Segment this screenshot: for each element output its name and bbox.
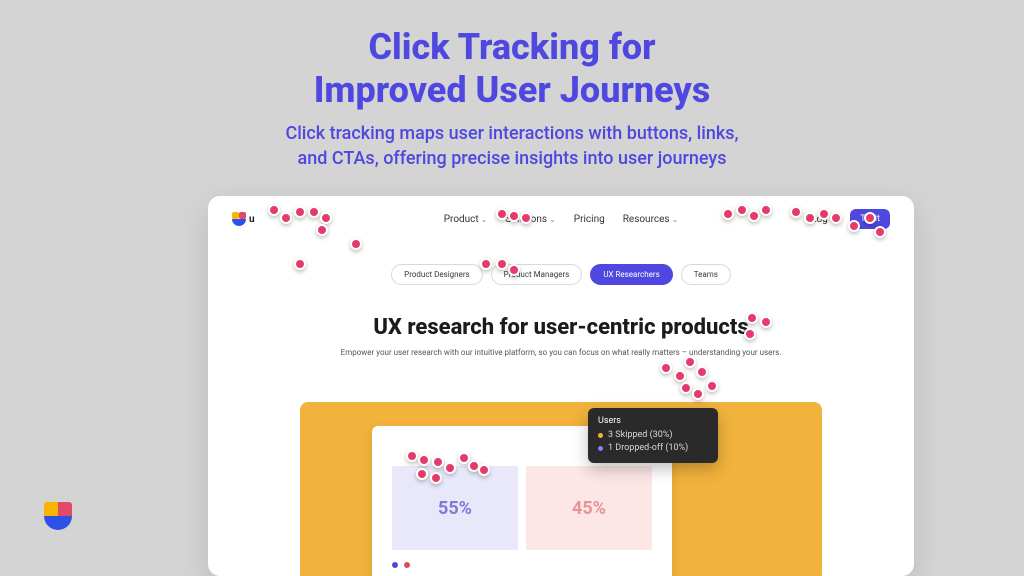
legend-dot-2 [404, 562, 410, 568]
chevron-down-icon: ⌄ [549, 215, 556, 224]
hero-title-line1: Click Tracking for [0, 26, 1024, 69]
chevron-down-icon: ⌄ [481, 215, 488, 224]
click-heatmap-dot [294, 258, 306, 270]
nav-link[interactable]: Pricing [574, 214, 605, 225]
click-heatmap-dot [680, 382, 692, 394]
tooltip-row: 3 Skipped (30%) [598, 430, 708, 440]
click-heatmap-dot [496, 258, 508, 270]
click-heatmap-dot [268, 204, 280, 216]
click-heatmap-dot [818, 208, 830, 220]
click-heatmap-dot [320, 212, 332, 224]
chevron-down-icon: ⌄ [672, 215, 679, 224]
click-heatmap-dot [406, 450, 418, 462]
role-pill[interactable]: UX Researchers [590, 264, 672, 285]
click-heatmap-dot [480, 258, 492, 270]
click-heatmap-dot [660, 362, 672, 374]
click-heatmap-dot [736, 204, 748, 216]
logo[interactable]: u [232, 212, 255, 226]
click-heatmap-dot [760, 204, 772, 216]
nav-link[interactable]: Resources⌄ [623, 214, 679, 225]
logo-icon [232, 212, 246, 226]
inner-hero: UX research for user-centric products Em… [208, 315, 914, 357]
click-heatmap-dot [478, 464, 490, 476]
click-heatmap-dot [350, 238, 362, 250]
click-heatmap-dot [874, 226, 886, 238]
click-heatmap-dot [706, 380, 718, 392]
click-heatmap-dot [748, 210, 760, 222]
chart-bar-1: 55% [392, 466, 518, 550]
tooltip-row-label: 1 Dropped-off (10%) [608, 443, 688, 453]
role-pills: Product DesignersProduct ManagersUX Rese… [208, 264, 914, 285]
click-heatmap-dot [416, 468, 428, 480]
click-heatmap-dot [760, 316, 772, 328]
click-heatmap-dot [496, 208, 508, 220]
tooltip-dot-icon [598, 446, 603, 451]
click-heatmap-dot [684, 356, 696, 368]
legend-dot-1 [392, 562, 398, 568]
role-pill[interactable]: Teams [681, 264, 731, 285]
click-heatmap-dot [294, 206, 306, 218]
click-heatmap-dot [696, 366, 708, 378]
heatmap-window: u Product⌄Solutions⌄PricingResources⌄ Lo… [208, 196, 914, 576]
logo-text: u [249, 214, 255, 225]
click-heatmap-dot [790, 206, 802, 218]
hero-title: Click Tracking for Improved User Journey… [0, 0, 1024, 112]
click-heatmap-dot [864, 212, 876, 224]
nav-links: Product⌄Solutions⌄PricingResources⌄ [444, 214, 679, 225]
hero-sub-line2: and CTAs, offering precise insights into… [0, 147, 1024, 171]
click-heatmap-dot [674, 370, 686, 382]
role-pill[interactable]: Product Designers [391, 264, 483, 285]
brand-logo-icon [44, 502, 72, 530]
click-heatmap-dot [692, 388, 704, 400]
click-heatmap-dot [508, 210, 520, 222]
click-heatmap-dot [722, 208, 734, 220]
click-heatmap-dot [308, 206, 320, 218]
click-heatmap-dot [520, 212, 532, 224]
tooltip-dot-icon [598, 433, 603, 438]
click-heatmap-dot [444, 462, 456, 474]
hero-sub-line1: Click tracking maps user interactions wi… [0, 122, 1024, 146]
tooltip-row: 1 Dropped-off (10%) [598, 443, 708, 453]
click-heatmap-dot [432, 456, 444, 468]
inner-title: UX research for user-centric products [208, 315, 914, 340]
click-heatmap-dot [316, 224, 328, 236]
click-heatmap-dot [418, 454, 430, 466]
click-heatmap-dot [848, 220, 860, 232]
heatmap-tooltip: Users 3 Skipped (30%) 1 Dropped-off (10%) [588, 408, 718, 463]
click-heatmap-dot [744, 328, 756, 340]
chart-bar-2: 45% [526, 466, 652, 550]
click-heatmap-dot [508, 264, 520, 276]
tooltip-row-label: 3 Skipped (30%) [608, 430, 673, 440]
hero-subtitle: Click tracking maps user interactions wi… [0, 122, 1024, 171]
chart-legend-dots [392, 562, 410, 568]
click-heatmap-dot [804, 212, 816, 224]
click-heatmap-dot [830, 212, 842, 224]
tooltip-title: Users [598, 416, 708, 426]
hero-title-line2: Improved User Journeys [0, 69, 1024, 112]
click-heatmap-dot [746, 312, 758, 324]
click-heatmap-dot [280, 212, 292, 224]
click-heatmap-dot [430, 472, 442, 484]
inner-subtitle: Empower your user research with our intu… [208, 348, 914, 357]
nav-link[interactable]: Product⌄ [444, 214, 488, 225]
